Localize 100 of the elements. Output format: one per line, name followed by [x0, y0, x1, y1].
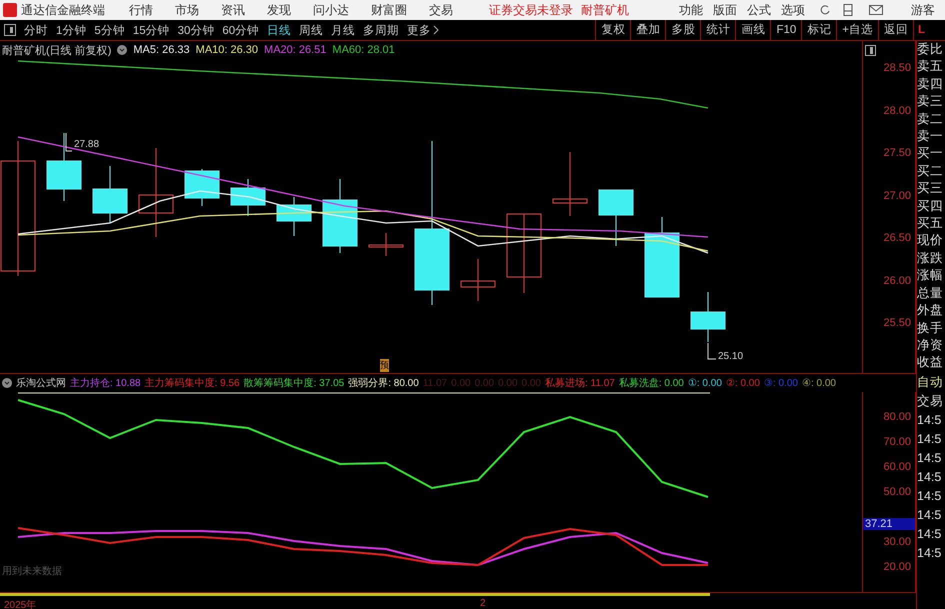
quote-field-label: 卖一	[917, 128, 944, 146]
price-axis-label: 26.00	[883, 274, 911, 286]
quote-field-label: 换手	[917, 320, 944, 336]
candlestick	[460, 258, 496, 302]
indicator-legend: ②: 0.00	[726, 377, 760, 389]
quote-field-label: 卖二	[917, 110, 944, 128]
quote-field-label: 委比	[917, 41, 944, 58]
quote-field-label: 买三	[917, 180, 944, 198]
indicator-legend: ③: 0.00	[764, 377, 798, 389]
quote-field-label: 卖五	[917, 58, 944, 76]
trade-time: 14:5	[917, 488, 942, 505]
stock-name: 耐普矿机	[581, 2, 629, 18]
indicator-axis-label: 80.00	[883, 411, 911, 423]
candlestick	[92, 166, 128, 224]
period-tab[interactable]: 15分钟	[132, 22, 170, 38]
chart-tool-button[interactable]: 统计	[700, 20, 736, 40]
price-axis-label: 28.50	[883, 62, 911, 74]
current-value-label: 37.21	[863, 518, 915, 530]
chart-tool-button[interactable]: 返回	[878, 20, 913, 40]
period-tab[interactable]: 5分钟	[94, 22, 125, 38]
indicator-axis-label: 50.00	[883, 486, 911, 498]
chart-layout-icon[interactable]	[865, 45, 876, 56]
period-tab[interactable]: 日线	[267, 22, 292, 38]
trade-time: 14:5	[917, 526, 942, 543]
chart-tool-button[interactable]: 复权	[595, 20, 630, 40]
login-status[interactable]: 证券交易未登录	[489, 2, 573, 18]
menu-item[interactable]: 公式	[747, 2, 771, 18]
indicator-title: 乐淘公式网	[16, 376, 66, 390]
moving-average-legend: MA5: 26.33	[133, 44, 190, 56]
menu-item[interactable]: 市场	[175, 2, 199, 18]
menu-item[interactable]: 问小达	[313, 2, 349, 18]
indicator-legend: 11.07	[422, 378, 448, 388]
settings-icon[interactable]	[2, 378, 12, 388]
period-tab[interactable]: 60分钟	[222, 22, 260, 38]
indicator-legend: 散筹筹码集中度: 37.05	[244, 376, 344, 390]
indicator-legend: ①: 0.00	[688, 377, 722, 389]
trade-time: 14:5	[917, 412, 942, 429]
low-price-label: 25.10	[718, 351, 744, 362]
indicator-legend: 强弱分界: 80.00	[348, 376, 419, 390]
chart-tool-button[interactable]: +自选	[836, 20, 878, 40]
app-logo-icon	[3, 3, 17, 17]
indicator-legend: 0.00	[451, 378, 471, 388]
indicator-legend: ④: 0.00	[802, 377, 836, 389]
chart-tool-button[interactable]: 叠加	[630, 20, 666, 40]
trade-time: 14:5	[917, 430, 942, 448]
quote-field-label: 卖四	[917, 76, 944, 93]
more-tab[interactable]: 更多	[407, 22, 432, 38]
price-axis-label: 25.50	[883, 317, 911, 329]
menu-item[interactable]: 财富圈	[371, 2, 407, 18]
menu-item[interactable]: 资讯	[221, 2, 245, 18]
chart-tool-button[interactable]: 标记	[801, 20, 836, 40]
menu-item[interactable]: 版面	[713, 2, 737, 18]
chart-tool-button[interactable]: 多股	[665, 20, 700, 40]
indicator-legend: 主力持仓: 10.88	[70, 376, 141, 390]
refresh-icon[interactable]	[819, 4, 831, 16]
period-tab[interactable]: 周线	[299, 22, 324, 38]
indicator-legend: 私募洗盘: 0.00	[618, 376, 684, 390]
auto-trade-label: 自动	[917, 374, 944, 391]
chart-tool-button[interactable]: F10	[770, 20, 802, 40]
time-axis-label: 2	[480, 598, 486, 609]
quote-field-label: 外盘	[917, 302, 944, 320]
time-axis-label: 2025年	[4, 599, 36, 609]
quote-field-label: 涨幅	[917, 267, 944, 284]
indicator-legend: 私募进场: 11.07	[544, 376, 615, 390]
trade-time: 14:5	[917, 506, 942, 524]
mail-icon[interactable]	[869, 5, 883, 15]
candlestick	[690, 292, 726, 342]
quote-field-label: 卖三	[917, 93, 944, 110]
price-axis-label: 27.50	[883, 147, 911, 159]
menu-item[interactable]: 行情	[129, 2, 153, 18]
user-label[interactable]: 游客	[911, 2, 935, 18]
candlestick	[552, 152, 588, 216]
future-data-notice: 用到未来数据	[2, 564, 62, 578]
moving-average-legend: MA60: 28.01	[332, 44, 395, 56]
period-tab[interactable]: 30分钟	[178, 22, 214, 38]
chevron-right-icon[interactable]	[433, 25, 440, 35]
candlestick	[230, 178, 266, 216]
trade-time: 14:5	[917, 468, 942, 486]
panel-toggle-icon[interactable]	[4, 24, 16, 36]
trade-time: 14:5	[917, 450, 942, 467]
quote-field-label: 收益	[917, 354, 944, 372]
period-tab[interactable]: 多周期	[363, 22, 400, 38]
menu-item[interactable]: 选项	[781, 2, 805, 18]
settings-icon[interactable]	[117, 45, 128, 55]
quote-field-label: 涨跌	[917, 250, 944, 267]
quote-field-label: 净资	[917, 336, 944, 354]
menu-item[interactable]: 交易	[429, 2, 453, 18]
indicator-axis-label: 70.00	[883, 436, 911, 448]
indicator-legend: 主力筹码集中度: 9.56	[144, 376, 240, 390]
period-tab[interactable]: 分时	[24, 22, 48, 38]
moving-average-legend: MA10: 26.30	[196, 44, 258, 56]
period-tab[interactable]: 1分钟	[56, 22, 86, 38]
menu-item[interactable]: 功能	[679, 2, 703, 18]
period-tab[interactable]: 月线	[331, 22, 356, 38]
app-title: 通达信金融终端	[21, 2, 105, 18]
menu-item[interactable]: 发现	[267, 2, 291, 18]
quote-field-label: 买四	[917, 198, 944, 215]
quote-field-label: 总量	[917, 284, 944, 302]
chart-title: 耐普矿机(日线 前复权)	[2, 44, 112, 58]
chart-tool-button[interactable]: 画线	[735, 20, 770, 40]
